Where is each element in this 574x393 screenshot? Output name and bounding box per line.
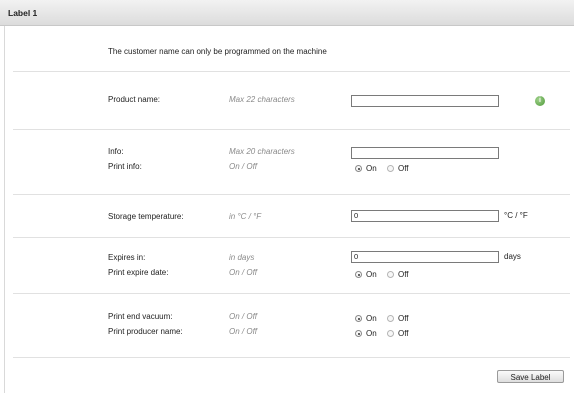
- window-title: Label 1: [8, 8, 38, 18]
- print-end-vacuum-label: Print end vacuum:: [108, 312, 173, 321]
- storage-temperature-unit: °C / °F: [504, 211, 528, 220]
- notice-text: The customer name can only be programmed…: [108, 47, 327, 56]
- info-hint: Max 20 characters: [229, 147, 295, 156]
- storage-temperature-hint: in °C / °F: [229, 212, 262, 221]
- divider: [13, 293, 570, 294]
- divider: [13, 237, 570, 238]
- print-expire-date-off-radio[interactable]: Off: [387, 270, 409, 279]
- print-info-off-radio[interactable]: Off: [387, 164, 409, 173]
- print-end-vacuum-on-radio[interactable]: On: [355, 314, 377, 323]
- print-expire-date-label: Print expire date:: [108, 268, 169, 277]
- product-name-input[interactable]: [351, 95, 499, 107]
- radio-unselected-icon: [387, 271, 394, 278]
- print-info-label: Print info:: [108, 162, 142, 171]
- print-producer-name-label: Print producer name:: [108, 327, 183, 336]
- title-bar: Label 1: [0, 0, 574, 26]
- print-expire-date-on-radio[interactable]: On: [355, 270, 377, 279]
- radio-unselected-icon: [387, 165, 394, 172]
- print-end-vacuum-off-radio[interactable]: Off: [387, 314, 409, 323]
- expires-in-unit: days: [504, 252, 521, 261]
- expires-in-hint: in days: [229, 253, 255, 262]
- info-label: Info:: [108, 147, 124, 156]
- storage-temperature-input[interactable]: [351, 210, 499, 222]
- divider: [13, 129, 570, 130]
- radio-selected-icon: [355, 271, 362, 278]
- storage-temperature-label: Storage temperature:: [108, 212, 184, 221]
- divider: [13, 357, 570, 358]
- expires-in-input[interactable]: [351, 251, 499, 263]
- print-producer-name-off-radio[interactable]: Off: [387, 329, 409, 338]
- print-producer-name-hint: On / Off: [229, 327, 258, 336]
- product-name-label: Product name:: [108, 95, 161, 104]
- print-info-hint: On / Off: [229, 162, 258, 171]
- expires-in-label: Expires in:: [108, 253, 146, 262]
- print-end-vacuum-hint: On / Off: [229, 312, 258, 321]
- product-name-hint: Max 22 characters: [229, 95, 295, 104]
- divider: [13, 194, 570, 195]
- print-expire-date-hint: On / Off: [229, 268, 258, 277]
- radio-selected-icon: [355, 165, 362, 172]
- radio-unselected-icon: [387, 330, 394, 337]
- divider: [13, 71, 570, 72]
- print-producer-name-on-radio[interactable]: On: [355, 329, 377, 338]
- info-input[interactable]: [351, 147, 499, 159]
- print-info-on-radio[interactable]: On: [355, 164, 377, 173]
- info-icon[interactable]: i: [535, 96, 545, 106]
- radio-selected-icon: [355, 315, 362, 322]
- radio-unselected-icon: [387, 315, 394, 322]
- radio-selected-icon: [355, 330, 362, 337]
- save-label-button[interactable]: Save Label: [497, 370, 564, 383]
